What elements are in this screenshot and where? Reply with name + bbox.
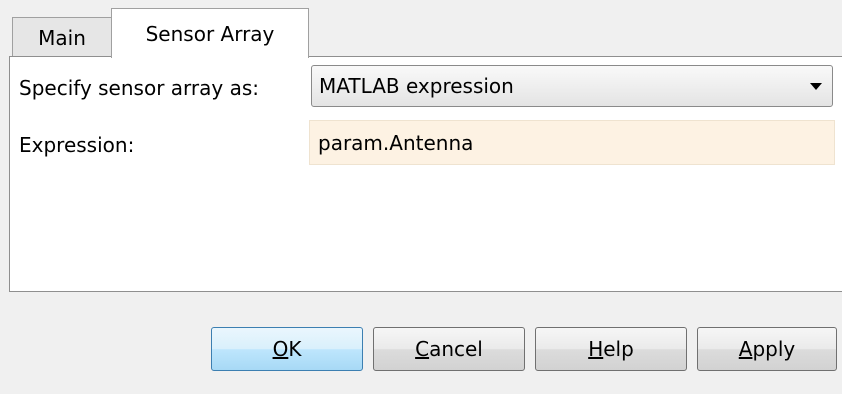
expression-input[interactable]: [309, 120, 835, 165]
help-mnemonic: H: [588, 337, 604, 361]
cancel-button[interactable]: Cancel: [373, 327, 525, 371]
ok-button[interactable]: OK: [211, 327, 363, 371]
dialog-window: Main Sensor Array Specify sensor array a…: [0, 0, 842, 394]
specify-sensor-array-label: Specify sensor array as:: [19, 76, 259, 100]
cancel-mnemonic: C: [415, 337, 430, 361]
tab-bar: Main Sensor Array: [0, 0, 842, 58]
cancel-label-rest: ancel: [429, 337, 483, 361]
tab-main[interactable]: Main: [12, 17, 112, 57]
apply-label-rest: pply: [752, 337, 796, 361]
ok-mnemonic: O: [272, 337, 289, 361]
specify-sensor-array-value: MATLAB expression: [319, 74, 514, 98]
help-label-rest: elp: [603, 337, 634, 361]
apply-button[interactable]: Apply: [697, 327, 837, 371]
sensor-array-panel: Specify sensor array as: MATLAB expressi…: [9, 56, 842, 292]
chevron-down-icon: [810, 83, 822, 90]
help-button[interactable]: Help: [535, 327, 687, 371]
expression-label: Expression:: [19, 133, 135, 157]
tab-sensor-array[interactable]: Sensor Array: [111, 8, 309, 58]
ok-label-rest: K: [288, 337, 302, 361]
tab-main-label: Main: [38, 25, 86, 50]
tab-sensor-array-label: Sensor Array: [145, 21, 275, 46]
specify-sensor-array-dropdown[interactable]: MATLAB expression: [311, 65, 833, 107]
apply-mnemonic: A: [738, 337, 753, 361]
